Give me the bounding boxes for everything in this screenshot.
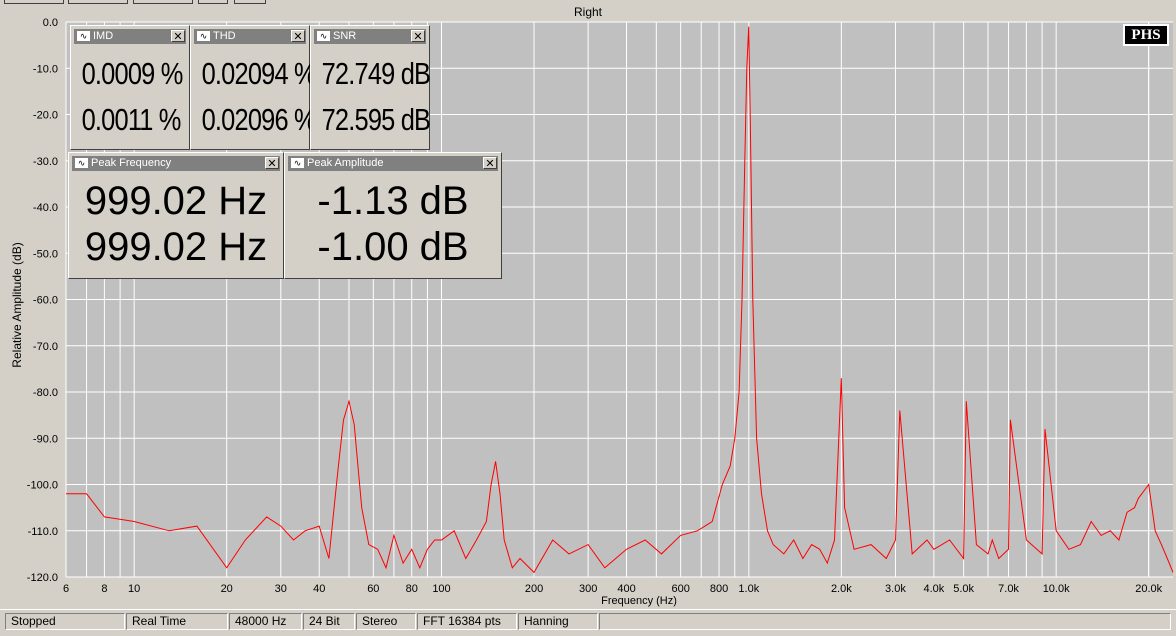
status-mode: Real Time: [126, 613, 228, 630]
imd-meter[interactable]: ∿ IMD ✕ 0.0009 % 0.0011 %: [70, 25, 190, 150]
x-tick-label: 5.0k: [953, 583, 974, 595]
status-bar: Stopped Real Time 48000 Hz 24 Bit Stereo…: [0, 609, 1176, 636]
close-icon[interactable]: ✕: [291, 30, 305, 43]
x-tick-label: 2.0k: [831, 583, 852, 595]
snr-meter-titlebar[interactable]: ∿ SNR ✕: [314, 29, 426, 44]
x-tick-label: 400: [617, 583, 635, 595]
y-tick-label: 0.0: [43, 17, 58, 29]
snr-meter-title: SNR: [333, 30, 357, 42]
close-icon[interactable]: ✕: [483, 157, 497, 170]
x-tick-label: 40: [313, 583, 325, 595]
x-tick-label: 6: [63, 583, 69, 595]
phs-badge: PHS: [1123, 24, 1169, 46]
x-tick-label: 20: [221, 583, 233, 595]
close-icon[interactable]: ✕: [171, 30, 185, 43]
peak-frequency-meter-titlebar[interactable]: ∿ Peak Frequency ✕: [72, 156, 280, 171]
x-tick-label: 200: [525, 583, 543, 595]
peak-frequency-meter[interactable]: ∿ Peak Frequency ✕ 999.02 Hz 999.02 Hz: [68, 152, 284, 279]
snr-meter[interactable]: ∿ SNR ✕ 72.749 dB 72.595 dB: [310, 25, 431, 150]
x-tick-labels: 6 8 10 20 30 40 60 80 100 200 300 400 600 800 1.0k 2.0k…: [63, 583, 1163, 595]
y-tick-label: -80.0: [33, 387, 58, 399]
peak-amplitude-value-left: -1.13 dB: [317, 179, 469, 223]
imd-value-left: 0.0009 %: [81, 56, 184, 91]
peak-amplitude-meter-titlebar[interactable]: ∿ Peak Amplitude ✕: [288, 156, 498, 171]
y-tick-label: -70.0: [33, 341, 58, 353]
peak-frequency-meter-title: Peak Frequency: [91, 157, 172, 169]
thd-meter-title: THD: [213, 30, 236, 42]
x-tick-label: 10: [128, 583, 140, 595]
y-tick-label: -30.0: [33, 156, 58, 168]
x-tick-label: 10.0k: [1043, 583, 1070, 595]
y-tick-label: -90.0: [33, 433, 58, 445]
status-state: Stopped: [5, 613, 125, 630]
y-tick-label: -20.0: [33, 110, 58, 122]
y-tick-labels: 0.0 -10.0 -20.0 -30.0 -40.0 -50.0 -60.0 -70.0 -8…: [27, 17, 58, 584]
snr-value-left: 72.749 dB: [321, 56, 431, 91]
thd-value-right: 0.02096 %: [201, 102, 317, 137]
y-tick-label: -50.0: [33, 248, 58, 260]
y-tick-label: -40.0: [33, 202, 58, 214]
x-tick-label: 3.0k: [885, 583, 906, 595]
thd-meter[interactable]: ∿ THD ✕ 0.02094 % 0.02096 %: [190, 25, 317, 150]
waveform-icon: ∿: [197, 31, 210, 41]
x-tick-label: 300: [579, 583, 597, 595]
status-window-function: Hanning: [518, 613, 598, 630]
waveform-icon: ∿: [77, 31, 90, 41]
imd-value-right: 0.0011 %: [81, 102, 182, 137]
thd-meter-titlebar[interactable]: ∿ THD ✕: [194, 29, 306, 44]
x-tick-label: 8: [101, 583, 107, 595]
status-fft-size: FFT 16384 pts: [417, 613, 517, 630]
peak-amplitude-meter-title: Peak Amplitude: [307, 157, 384, 169]
waveform-icon: ∿: [75, 158, 88, 168]
x-tick-label: 7.0k: [998, 583, 1019, 595]
peak-frequency-value-left: 999.02 Hz: [84, 179, 268, 223]
x-tick-label: 60: [367, 583, 379, 595]
thd-value-left: 0.02094 %: [201, 56, 317, 91]
y-tick-label: -10.0: [33, 63, 58, 75]
x-tick-label: 30: [275, 583, 287, 595]
waveform-icon: ∿: [317, 31, 330, 41]
x-tick-label: 80: [406, 583, 418, 595]
x-tick-label: 800: [710, 583, 728, 595]
x-tick-label: 20.0k: [1135, 583, 1162, 595]
peak-amplitude-value-right: -1.00 dB: [317, 225, 469, 269]
y-tick-label: -60.0: [33, 295, 58, 307]
status-channels: Stereo: [356, 613, 416, 630]
y-axis-label: Relative Amplitude (dB): [10, 242, 24, 367]
imd-meter-titlebar[interactable]: ∿ IMD ✕: [74, 29, 186, 44]
peak-frequency-value-right: 999.02 Hz: [84, 225, 268, 269]
peak-amplitude-meter[interactable]: ∿ Peak Amplitude ✕ -1.13 dB -1.00 dB: [284, 152, 502, 279]
x-axis-label: Frequency (Hz): [601, 595, 677, 607]
x-tick-label: 4.0k: [923, 583, 944, 595]
close-icon[interactable]: ✕: [411, 30, 425, 43]
y-tick-label: -120.0: [27, 572, 58, 584]
imd-meter-title: IMD: [93, 30, 114, 42]
snr-value-right: 72.595 dB: [321, 102, 431, 137]
status-extra: [599, 613, 1171, 630]
status-sample-rate: 48000 Hz: [229, 613, 302, 630]
x-tick-label: 1.0k: [738, 583, 759, 595]
x-tick-label: 600: [671, 583, 689, 595]
y-tick-label: -110.0: [28, 526, 58, 538]
x-tick-label: 100: [432, 583, 450, 595]
waveform-icon: ∿: [291, 158, 304, 168]
y-tick-label: -100.0: [27, 480, 58, 492]
status-bit-depth: 24 Bit: [303, 613, 355, 630]
close-icon[interactable]: ✕: [265, 157, 279, 170]
